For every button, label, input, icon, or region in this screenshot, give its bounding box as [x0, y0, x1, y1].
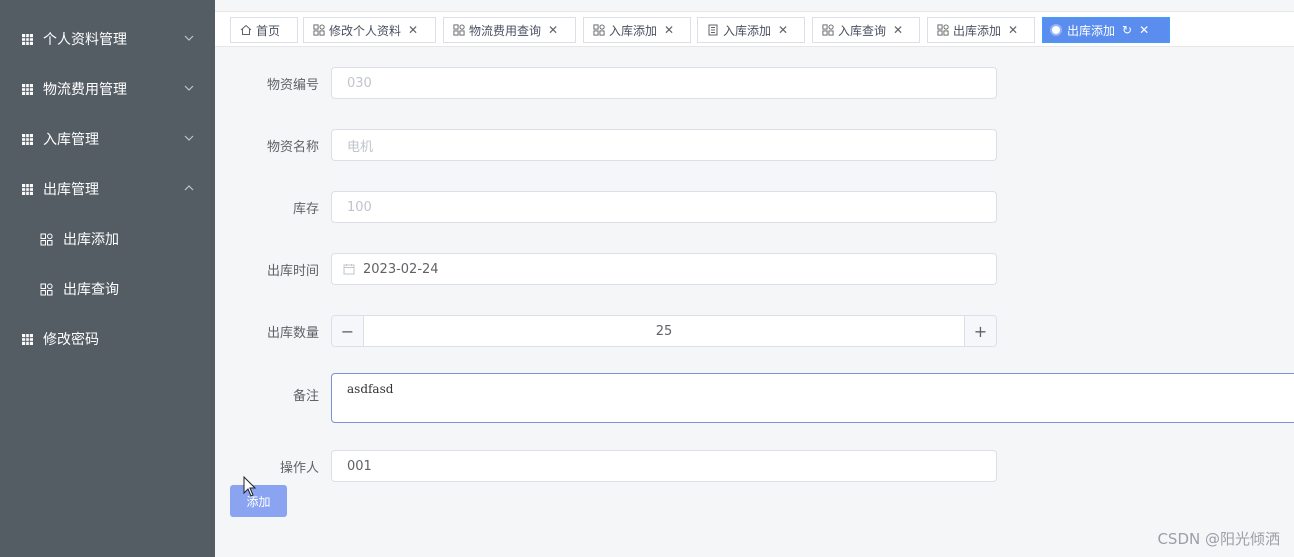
sidebar-subitem-label: 出库添加 [63, 232, 119, 248]
apps-icon [40, 233, 53, 245]
operator-label: 操作人 [279, 461, 319, 476]
chevron-down-icon [184, 35, 194, 41]
close-icon[interactable]: ✕ [408, 23, 418, 37]
sidebar-item-profile[interactable]: 个人资料管理 [0, 14, 215, 64]
decrement-button[interactable]: − [332, 316, 364, 346]
tab-edit-profile[interactable]: 修改个人资料 ✕ [303, 17, 436, 43]
tab-outbound-add[interactable]: 出库添加 ✕ [927, 17, 1035, 43]
grid-icon [22, 183, 33, 195]
sidebar-item-label: 个人资料管理 [43, 32, 127, 48]
tab-outbound-add-active[interactable]: 出库添加 ↻ ✕ [1042, 17, 1170, 43]
date-value: 2023-02-24 [363, 261, 439, 277]
chevron-down-icon [184, 85, 194, 91]
sidebar-item-label: 出库管理 [43, 182, 99, 198]
apps-icon [593, 24, 605, 36]
tab-logistics-query[interactable]: 物流费用查询 ✕ [443, 17, 576, 43]
sidebar-item-label: 修改密码 [43, 332, 99, 348]
apps-icon [313, 24, 325, 36]
sidebar-item-change-password[interactable]: 修改密码 [0, 314, 215, 364]
close-icon[interactable]: ✕ [1008, 23, 1018, 37]
tab-inbound-query[interactable]: 入库查询 ✕ [812, 17, 920, 43]
operator-field[interactable]: 001 [331, 450, 997, 482]
refresh-icon[interactable]: ↻ [1122, 23, 1132, 37]
tab-label: 物流费用查询 [469, 23, 542, 38]
tabs-bar: 首页 修改个人资料 ✕ 物流费用查询 ✕ 入库添加 ✕ 入库添加 ✕ 入库查询 … [215, 11, 1294, 47]
tab-label: 出库添加 [953, 23, 1002, 38]
tab-label: 出库添加 [1067, 23, 1116, 38]
sidebar-subitem-label: 出库查询 [63, 282, 119, 298]
watermark: CSDN @阳光倾洒 [1157, 530, 1280, 548]
tab-label: 修改个人资料 [329, 23, 402, 38]
code-label: 物资编号 [266, 78, 319, 93]
qty-label: 出库数量 [266, 326, 319, 341]
quantity-stepper: − 25 + [331, 315, 997, 347]
close-icon[interactable]: ✕ [664, 23, 674, 37]
name-label: 物资名称 [266, 140, 319, 155]
tab-label: 入库添加 [609, 23, 658, 38]
sidebar-item-inbound[interactable]: 入库管理 [0, 114, 215, 164]
sidebar-subitem-outbound-query[interactable]: 出库查询 [0, 264, 215, 314]
chevron-down-icon [184, 135, 194, 141]
dot-icon [1052, 26, 1060, 34]
close-icon[interactable]: ✕ [548, 23, 558, 37]
remark-label: 备注 [292, 389, 319, 404]
apps-icon [453, 24, 465, 36]
grid-icon [22, 33, 33, 45]
sidebar-item-logistics[interactable]: 物流费用管理 [0, 64, 215, 114]
date-label: 出库时间 [266, 264, 319, 279]
grid-icon [22, 83, 33, 95]
stock-field[interactable]: 100 [331, 191, 997, 223]
grid-icon [22, 133, 33, 145]
name-field[interactable]: 电机 [331, 129, 997, 161]
building-icon [708, 24, 718, 36]
sidebar-item-label: 物流费用管理 [43, 82, 127, 98]
tab-label: 首页 [256, 23, 281, 38]
remark-textarea[interactable]: asdfasd [331, 373, 1294, 423]
tab-inbound-add[interactable]: 入库添加 ✕ [583, 17, 691, 43]
sidebar-subitem-outbound-add[interactable]: 出库添加 [0, 214, 215, 264]
tab-inbound-add-2[interactable]: 入库添加 ✕ [697, 17, 805, 43]
calendar-icon [343, 264, 355, 275]
apps-icon [822, 24, 834, 36]
sidebar-item-label: 入库管理 [43, 132, 99, 148]
grid-icon [22, 333, 33, 345]
increment-button[interactable]: + [964, 316, 996, 346]
sidebar-item-outbound[interactable]: 出库管理 [0, 164, 215, 214]
close-icon[interactable]: ✕ [893, 23, 903, 37]
close-icon[interactable]: ✕ [778, 23, 788, 37]
sidebar: 个人资料管理 物流费用管理 入库管理 出库管理 出库添加 出库查询 修改密码 [0, 0, 215, 557]
mouse-cursor-icon [243, 476, 257, 497]
chevron-up-icon [184, 185, 194, 191]
quantity-input[interactable]: 25 [364, 324, 964, 339]
tab-home[interactable]: 首页 [230, 17, 298, 43]
tab-label: 入库查询 [838, 23, 887, 38]
date-picker[interactable]: 2023-02-24 [331, 253, 997, 285]
apps-icon [937, 24, 949, 36]
tab-label: 入库添加 [723, 23, 772, 38]
close-icon[interactable]: ✕ [1139, 23, 1149, 37]
apps-icon [40, 283, 53, 295]
home-icon [240, 24, 252, 35]
code-field[interactable]: 030 [331, 67, 997, 99]
stock-label: 库存 [292, 202, 319, 217]
